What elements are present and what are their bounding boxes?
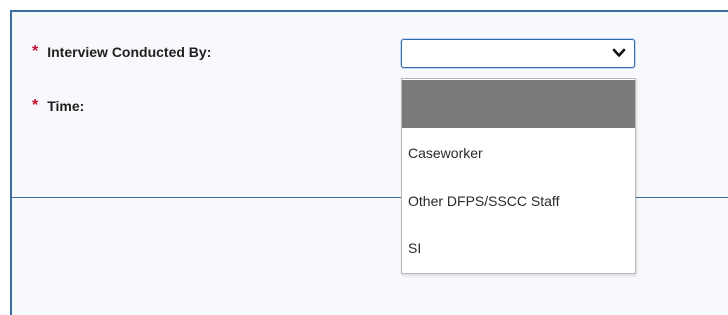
chevron-down-icon[interactable] [612,46,626,60]
option-caseworker[interactable]: Caseworker [402,145,635,161]
interview-conducted-by-options: Caseworker Other DFPS/SSCC Staff SI [401,78,636,274]
interview-conducted-by-select[interactable] [401,39,635,68]
option-other-dfps-sscc-staff[interactable]: Other DFPS/SSCC Staff [402,193,635,209]
required-marker: * [32,97,39,114]
option-blank[interactable] [402,80,635,128]
time-row: * Time: [32,97,85,115]
interview-conducted-by-row: * Interview Conducted By: [32,43,212,61]
time-label: Time: [47,98,85,114]
option-si[interactable]: SI [402,240,635,256]
required-marker: * [32,43,39,60]
interview-conducted-by-label: Interview Conducted By: [47,44,212,60]
